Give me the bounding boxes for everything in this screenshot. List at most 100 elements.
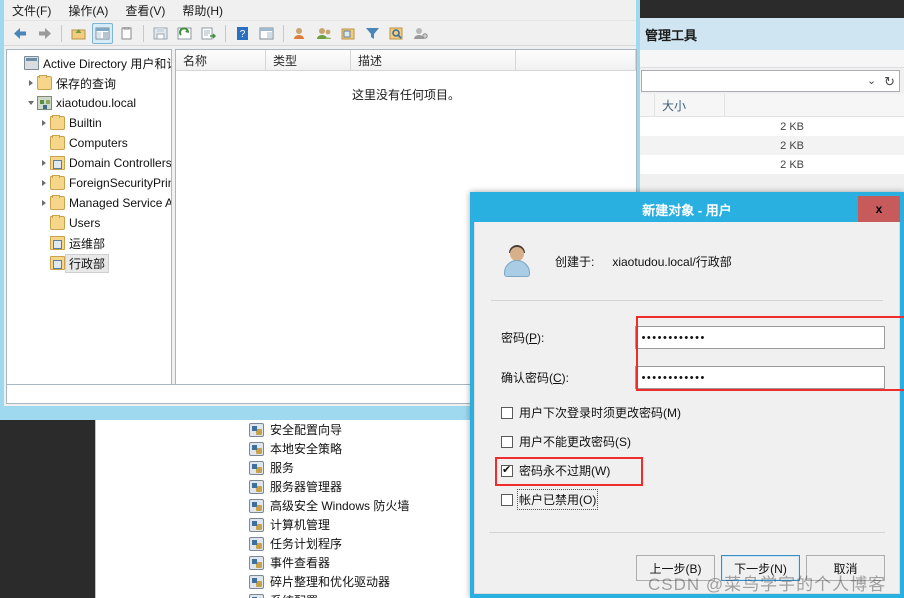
- explorer-file-row[interactable]: 2 KB: [637, 155, 904, 174]
- close-icon[interactable]: x: [858, 196, 900, 222]
- tree-item[interactable]: Users: [7, 213, 171, 233]
- folder-icon: [50, 215, 65, 230]
- svg-text:?: ?: [240, 29, 246, 40]
- confirm-password-row: 确认密码(C): ••••••••••••: [489, 363, 885, 392]
- twisty-triangle: [41, 120, 46, 126]
- tree-item[interactable]: Active Directory 用户和计算机: [7, 53, 171, 73]
- checkbox[interactable]: [501, 406, 513, 419]
- ou-icon: [50, 256, 65, 270]
- admin-tool-label: 任务计划程序: [270, 537, 343, 551]
- back-arrow-icon[interactable]: [10, 23, 31, 44]
- tree-item[interactable]: Domain Controllers: [7, 153, 171, 173]
- new-group-icon[interactable]: [314, 23, 335, 44]
- admin-tool-label: 计算机管理: [270, 518, 331, 532]
- list-column-header-cell[interactable]: 名称: [176, 50, 266, 70]
- forward-arrow-icon[interactable]: [34, 23, 55, 44]
- list-column-header: 名称 类型 描述: [176, 50, 636, 71]
- admin-tool-icon: [249, 498, 264, 513]
- tree-item[interactable]: ForeignSecurityPrincipa: [7, 173, 171, 193]
- tree-item-label: Active Directory 用户和计算机: [43, 56, 171, 71]
- checkbox[interactable]: [501, 493, 513, 506]
- help-icon[interactable]: ?: [232, 23, 253, 44]
- tree-item-label: xiaotudou.local: [56, 96, 137, 110]
- tree-item[interactable]: 保存的查询: [7, 73, 171, 93]
- password-option-row[interactable]: 帐户已禁用(O): [501, 489, 885, 510]
- tree-item-label: Managed Service Acco: [69, 196, 171, 210]
- address-bar-input[interactable]: ⌄ ↻: [641, 70, 900, 92]
- admin-tool-label: 本地安全策略: [270, 442, 343, 456]
- menu-item-4[interactable]: 帮助(H): [182, 2, 223, 19]
- delegate-icon[interactable]: [410, 23, 431, 44]
- checkbox[interactable]: [501, 463, 513, 477]
- expand-twisty-icon[interactable]: [37, 180, 50, 186]
- password-option-row[interactable]: 密码永不过期(W): [495, 457, 885, 486]
- admin-tool-icon: [249, 574, 264, 589]
- confirm-password-input[interactable]: ••••••••••••: [634, 366, 885, 389]
- tree-item[interactable]: Builtin: [7, 113, 171, 133]
- menu-item-1[interactable]: 文件(F): [12, 2, 51, 19]
- explorer-file-row[interactable]: 2 KB: [637, 136, 904, 155]
- checkbox-label: 用户不能更改密码(S): [519, 435, 631, 449]
- save-icon[interactable]: [150, 23, 171, 44]
- tree-item[interactable]: 行政部: [7, 253, 171, 273]
- dialog-button[interactable]: 下一步(N): [721, 555, 800, 581]
- toolbar-separator: [143, 24, 144, 42]
- ou-icon: [50, 236, 65, 250]
- dialog-titlebar[interactable]: 新建对象 - 用户 x: [474, 196, 900, 222]
- menu-item-2[interactable]: 操作(A): [68, 2, 108, 19]
- password-label: 密码(P):: [489, 329, 635, 346]
- expand-twisty-icon[interactable]: [37, 120, 50, 126]
- collapse-twisty-icon[interactable]: [24, 101, 37, 105]
- admin-tool-icon: [249, 593, 264, 598]
- created-in-label: 创建于:: [555, 254, 595, 269]
- tree-item-label: 保存的查询: [56, 76, 117, 91]
- admin-tool-icon: [249, 555, 264, 570]
- tree-item[interactable]: Computers: [7, 133, 171, 153]
- expand-twisty-icon[interactable]: [24, 80, 37, 86]
- admin-tool-icon: [249, 536, 264, 551]
- folder-icon: [50, 195, 65, 210]
- checkbox[interactable]: [501, 435, 513, 448]
- toolbar-separator: [225, 24, 226, 42]
- folder-icon: [50, 135, 65, 150]
- find-icon[interactable]: [386, 23, 407, 44]
- export-list-icon[interactable]: [198, 23, 219, 44]
- refresh-icon[interactable]: [174, 23, 195, 44]
- explorer-ribbon-band: 管理工具: [637, 18, 904, 50]
- new-user-dialog: 新建对象 - 用户 x 创建于: xiaotudou.local/行政部 密码(…: [470, 192, 904, 598]
- window-icon[interactable]: [256, 23, 277, 44]
- column-header-size[interactable]: 大小: [655, 94, 725, 116]
- password-option-row[interactable]: 用户下次登录时须更改密码(M): [501, 404, 885, 421]
- tree-item-label: Users: [69, 216, 101, 230]
- show-hide-tree-icon[interactable]: [92, 22, 113, 44]
- twisty-triangle: [41, 200, 46, 206]
- list-column-header-cell[interactable]: [516, 50, 636, 70]
- expand-twisty-icon[interactable]: [37, 200, 50, 206]
- confirm-label-pre: 确认密码(: [501, 371, 553, 385]
- password-input[interactable]: ••••••••••••: [634, 326, 885, 349]
- chevron-down-icon[interactable]: ⌄: [867, 75, 876, 87]
- new-user-icon[interactable]: [290, 23, 311, 44]
- list-column-header-cell[interactable]: 类型: [266, 50, 351, 70]
- dialog-button[interactable]: 取消: [806, 555, 885, 581]
- twisty-triangle: [27, 101, 34, 105]
- tree-item[interactable]: xiaotudou.local: [7, 93, 171, 113]
- expand-twisty-icon[interactable]: [37, 160, 50, 166]
- admin-tool-label: 安全配置向导: [270, 423, 343, 437]
- tree-item[interactable]: 运维部: [7, 233, 171, 253]
- dialog-button[interactable]: 上一步(B): [636, 555, 715, 581]
- filter-icon[interactable]: [362, 23, 383, 44]
- refresh-icon[interactable]: ↻: [884, 75, 895, 88]
- explorer-file-row[interactable]: 2 KB: [637, 117, 904, 136]
- explorer-column-header: 大小: [637, 94, 904, 117]
- password-option-row[interactable]: 用户不能更改密码(S): [501, 433, 885, 450]
- tree-item[interactable]: Managed Service Acco: [7, 193, 171, 213]
- folder-icon: [50, 115, 65, 130]
- list-column-header-cell[interactable]: 描述: [351, 50, 516, 70]
- explorer-titlebar[interactable]: [637, 0, 904, 18]
- up-folder-icon[interactable]: [68, 23, 89, 44]
- admin-tool-label: 服务: [270, 461, 295, 475]
- menu-item-3[interactable]: 查看(V): [125, 2, 165, 19]
- properties-icon[interactable]: [116, 23, 137, 44]
- new-ou-icon[interactable]: [338, 23, 359, 44]
